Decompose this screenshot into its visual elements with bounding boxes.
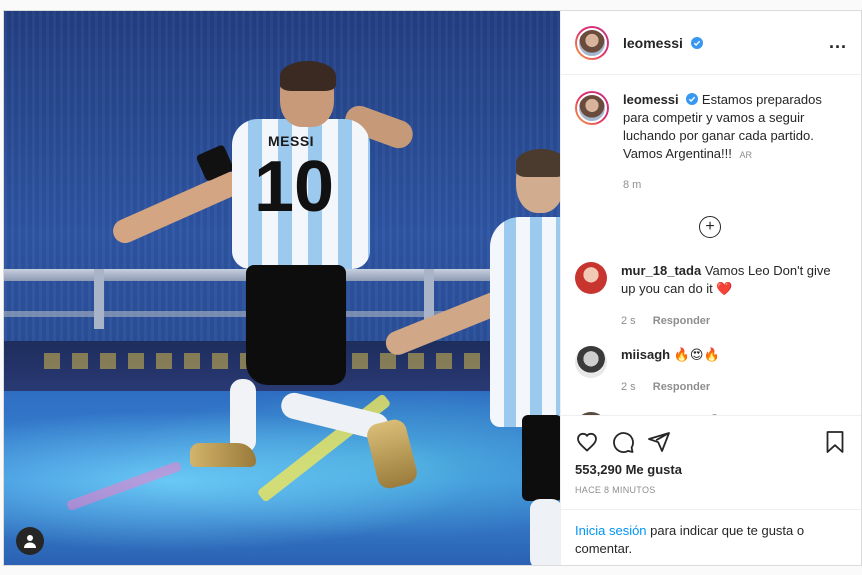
comment-body: miisagh 🔥😍🔥 2 s Responder — [621, 346, 720, 402]
comment-time: 2 s — [621, 381, 636, 393]
player-arm — [109, 168, 247, 247]
more-options-button[interactable]: ... — [829, 32, 847, 53]
player-shorts — [246, 265, 346, 385]
post-actions: 553,290 Me gusta HACE 8 MINUTOS Inicia s… — [561, 415, 861, 565]
likes-count[interactable]: 553,290 Me gusta — [575, 462, 847, 477]
player-hair — [280, 61, 336, 91]
avatar[interactable] — [575, 91, 609, 125]
comment-text: 😱 — [708, 413, 722, 415]
avatar[interactable] — [575, 412, 607, 415]
heart-icon[interactable] — [575, 430, 599, 454]
header-username[interactable]: leomessi — [623, 35, 703, 51]
jersey-number: 10 — [254, 147, 335, 227]
comment-time: 2 s — [621, 315, 636, 327]
player-boot — [364, 417, 420, 491]
comment-username[interactable]: hamletotanez — [621, 413, 704, 415]
instagram-post: MESSI 10 leomessi ... leomessi Estamos p… — [3, 10, 862, 566]
player-boot — [190, 443, 256, 467]
comment-meta: 2 s Responder — [621, 312, 845, 330]
comment: hamletotanez 😱 — [575, 412, 845, 415]
player-jumping: MESSI 10 — [4, 11, 560, 565]
action-icons — [575, 424, 847, 460]
comment: miisagh 🔥😍🔥 2 s Responder — [575, 346, 845, 402]
player-shorts — [522, 415, 560, 501]
comment-meta: 2 s Responder — [621, 378, 720, 396]
avatar[interactable] — [575, 346, 607, 378]
comment: mur_18_tada Vamos Leo Don't give up you … — [575, 262, 845, 336]
comment-body: mur_18_tada Vamos Leo Don't give up you … — [621, 262, 845, 336]
bookmark-icon[interactable] — [823, 430, 847, 454]
comment-text: 🔥😍🔥 — [673, 347, 720, 362]
comment-username[interactable]: miisagh — [621, 347, 670, 362]
comment-icon[interactable] — [611, 430, 635, 454]
reply-button[interactable]: Responder — [653, 315, 710, 327]
posted-time: HACE 8 MINUTOS — [575, 485, 656, 495]
caption: leomessi Estamos preparados para competi… — [575, 91, 845, 194]
avatar[interactable] — [575, 25, 609, 60]
player-leg — [230, 379, 256, 453]
caption-body: leomessi Estamos preparados para competi… — [623, 91, 845, 194]
user-tag-button[interactable] — [16, 527, 44, 555]
avatar[interactable] — [575, 262, 607, 294]
verified-icon — [690, 36, 703, 49]
post-side-panel: leomessi ... leomessi Estamos preparados… — [560, 11, 861, 565]
add-icon[interactable]: + — [699, 216, 721, 238]
login-prompt: Inicia sesión para indicar que te gusta … — [561, 509, 861, 570]
load-more-comments[interactable]: + — [575, 216, 845, 238]
player-shirt — [490, 217, 560, 427]
comments-section: leomessi Estamos preparados para competi… — [561, 75, 861, 415]
reply-button[interactable]: Responder — [653, 381, 710, 393]
share-icon[interactable] — [647, 430, 671, 454]
login-link[interactable]: Inicia sesión — [575, 523, 647, 538]
user-tag-icon — [24, 535, 36, 548]
post-header: leomessi ... — [561, 11, 861, 75]
player-hair — [516, 149, 560, 177]
player-leg — [530, 499, 560, 565]
verified-icon — [686, 93, 699, 105]
caption-username[interactable]: leomessi — [623, 92, 679, 107]
comment-body: hamletotanez 😱 — [621, 412, 721, 415]
post-photo[interactable]: MESSI 10 — [4, 11, 560, 565]
comment-username[interactable]: mur_18_tada — [621, 263, 701, 278]
translate-tag[interactable]: AR — [740, 150, 753, 160]
caption-time: 8 m — [623, 179, 642, 191]
